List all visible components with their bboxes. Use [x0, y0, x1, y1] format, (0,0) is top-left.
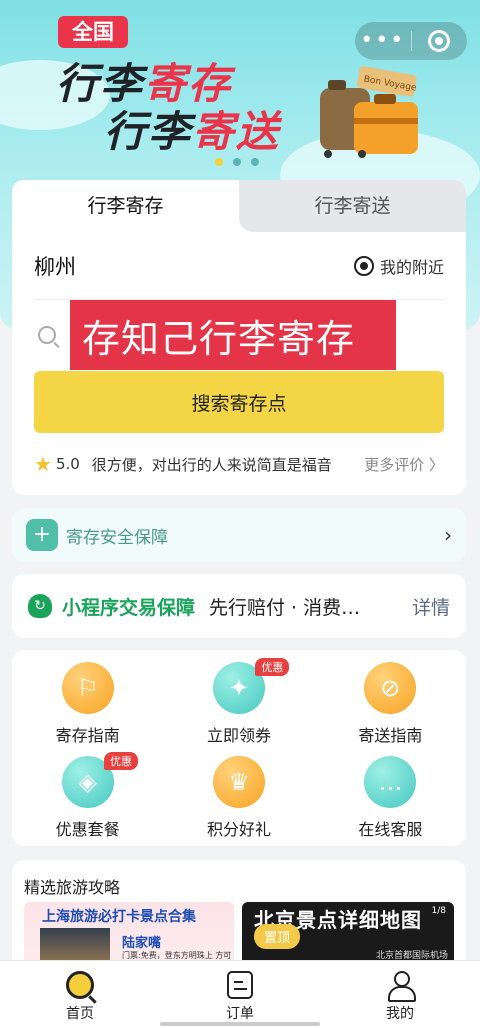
search-card: 行李寄存 行李寄送 柳州 我的附近 搜索寄存点 ★ 5.0 很方便，对出行的人来…: [12, 180, 466, 495]
safety-label: 寄存安全保障: [66, 527, 168, 548]
guides-title: 精选旅游攻略: [24, 878, 121, 897]
service-label: 寄送指南: [358, 726, 423, 745]
close-miniprogram-button[interactable]: [411, 30, 467, 52]
search-input[interactable]: [70, 300, 396, 370]
bottom-tab-bar: 首页 订单 我的: [0, 960, 480, 1028]
tab-delivery[interactable]: 行李寄送: [239, 180, 466, 232]
carousel-dot[interactable]: [251, 158, 259, 166]
compass-icon: ⊘: [364, 662, 417, 714]
carousel-dot[interactable]: [215, 158, 223, 166]
tabbar-orders[interactable]: 订单: [160, 961, 320, 1028]
chevron-right-icon: ›: [444, 523, 452, 547]
guarantee-desc: 先行赔付 · 消费…: [209, 596, 361, 619]
tabbar-label: 首页: [66, 1006, 94, 1022]
banner-title-delivery: 行李寄送: [104, 107, 281, 156]
luggage-illustration: Bon Voyage: [320, 66, 418, 158]
service-label: 在线客服: [358, 820, 423, 839]
more-reviews-link[interactable]: 更多评价 〉: [364, 454, 444, 475]
service-label: 立即领券: [206, 726, 271, 745]
guarantee-detail-link[interactable]: 详情: [412, 593, 450, 620]
safety-guarantee-bar[interactable]: + 寄存安全保障 ›: [12, 508, 466, 562]
search-icon: [38, 326, 56, 344]
guide-place: 陆家嘴: [122, 936, 162, 951]
discount-badge: 优惠: [255, 658, 290, 676]
guarantee-icon: ↻: [28, 594, 52, 618]
service-get-coupon[interactable]: ✦ 优惠 立即领券: [163, 658, 314, 746]
home-search-icon: [66, 971, 94, 999]
guide-title: 上海旅游必打卡景点合集: [42, 909, 196, 925]
carousel-dot[interactable]: [233, 158, 241, 166]
service-online-support[interactable]: … 在线客服: [315, 756, 466, 840]
service-delivery-guide[interactable]: ⊘ 寄送指南: [315, 662, 466, 746]
service-discount-package[interactable]: ◈ 优惠 优惠套餐: [12, 752, 163, 840]
nearby-button[interactable]: 我的附近: [350, 254, 444, 278]
search-row: [34, 300, 444, 370]
crown-icon: ♛: [212, 756, 265, 808]
user-icon: [387, 971, 416, 1002]
order-icon: [227, 971, 253, 999]
transaction-guarantee-bar[interactable]: ↻ 小程序交易保障 先行赔付 · 消费… 详情: [12, 574, 466, 638]
tabbar-label: 我的: [386, 1006, 414, 1022]
signpost-icon: ⚐: [61, 662, 114, 714]
national-badge: 全国: [58, 16, 128, 48]
service-tabs: 行李寄存 行李寄送: [12, 180, 466, 232]
target-icon: [428, 30, 451, 52]
chat-icon: …: [364, 756, 417, 808]
miniprogram-capsule: •••: [355, 22, 467, 60]
services-grid: ⚐ 寄存指南 ✦ 优惠 立即领券 ⊘ 寄送指南 ◈ 优惠 优惠套餐 ♛ 积分好礼…: [12, 658, 466, 840]
locate-icon: [350, 255, 377, 276]
location-row: 柳州 我的附近: [34, 232, 444, 300]
more-menu-button[interactable]: •••: [355, 22, 411, 60]
city-selector[interactable]: 柳州: [34, 251, 76, 281]
tab-storage[interactable]: 行李寄存: [12, 180, 239, 232]
service-points-gifts[interactable]: ♛ 积分好礼: [163, 756, 314, 840]
review-snippet: 很方便，对出行的人来说简直是福音: [91, 455, 332, 474]
pinned-badge: 置顶: [254, 924, 301, 949]
review-score: 5.0: [55, 455, 80, 473]
home-indicator: [160, 1022, 320, 1026]
tabbar-me[interactable]: 我的: [320, 961, 480, 1028]
image-counter: 1/8: [431, 906, 446, 916]
service-label: 优惠套餐: [55, 820, 120, 839]
service-label: 寄存指南: [55, 726, 120, 745]
carousel-dots: [215, 158, 259, 166]
service-storage-guide[interactable]: ⚐ 寄存指南: [12, 662, 163, 746]
search-button[interactable]: 搜索寄存点: [34, 371, 444, 433]
tabbar-home[interactable]: 首页: [0, 961, 160, 1028]
guarantee-title: 小程序交易保障: [62, 596, 196, 619]
star-icon: ★: [34, 452, 52, 476]
nearby-label: 我的附近: [379, 257, 444, 277]
shield-plus-icon: +: [26, 519, 58, 551]
tabbar-label: 订单: [226, 1006, 254, 1022]
discount-badge: 优惠: [104, 752, 138, 770]
services-grid-card: ⚐ 寄存指南 ✦ 优惠 立即领券 ⊘ 寄送指南 ◈ 优惠 优惠套餐 ♛ 积分好礼…: [12, 650, 466, 846]
review-row: ★ 5.0 很方便，对出行的人来说简直是福音 更多评价 〉: [34, 452, 444, 476]
service-label: 积分好礼: [206, 820, 271, 839]
